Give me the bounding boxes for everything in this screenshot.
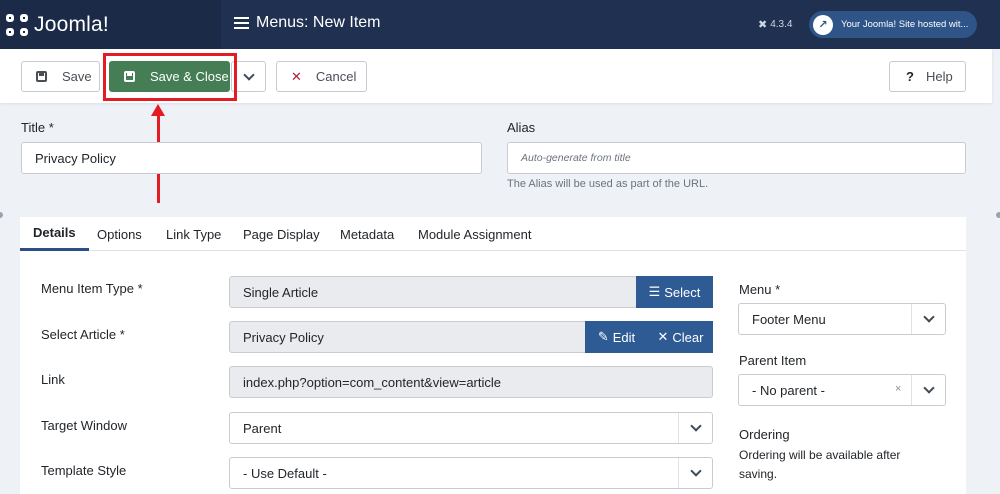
save-button[interactable]: Save: [21, 61, 100, 92]
page-title-text: Menus: New Item: [256, 14, 381, 31]
target-window-value: Parent: [243, 420, 282, 436]
save-label: Save: [62, 69, 92, 84]
cancel-label: Cancel: [315, 69, 357, 84]
version-text: 4.3.4: [770, 19, 793, 30]
tab-page-display[interactable]: Page Display: [243, 217, 320, 251]
select-type-button[interactable]: ☰ Select: [636, 276, 713, 308]
clear-icon[interactable]: ×: [895, 383, 901, 395]
link-field: index.php?option=com_content&view=articl…: [229, 366, 713, 398]
menu-item-type-label: Menu Item Type *: [41, 281, 143, 296]
tab-metadata[interactable]: Metadata: [340, 217, 394, 251]
chevron-down-icon: [911, 375, 945, 405]
tab-bar: Details Options Link Type Page Display M…: [20, 217, 966, 251]
annotation-highlight-box: [103, 53, 237, 101]
parent-item-select[interactable]: - No parent - ×: [738, 374, 946, 406]
alias-input[interactable]: Auto-generate from title: [507, 142, 966, 174]
top-header: Joomla! Menus: New Item ✖ 4.3.4 ↗ Your J…: [0, 0, 1000, 49]
cancel-button[interactable]: ✕ Cancel: [276, 61, 367, 92]
clear-article-button[interactable]: ✕ Clear: [648, 321, 713, 353]
clear-label: Clear: [672, 329, 704, 345]
list-icon: ☰: [648, 284, 661, 299]
right-edge-handle: [996, 212, 1000, 218]
alias-label: Alias: [507, 120, 536, 135]
joomla-logo[interactable]: Joomla!: [0, 0, 221, 49]
select-label: Select: [664, 284, 701, 300]
menu-value: Footer Menu: [752, 311, 826, 327]
joomla-small-icon: ✖: [758, 19, 768, 31]
menu-item-type-field: Single Article: [229, 276, 637, 308]
help-label: Help: [925, 69, 953, 84]
menu-label: Menu *: [739, 282, 781, 297]
list-icon: [234, 17, 249, 29]
close-icon: ✕: [291, 68, 302, 84]
edit-icon: ✎: [597, 329, 609, 344]
chevron-down-icon: [678, 458, 712, 488]
menu-select[interactable]: Footer Menu: [738, 303, 946, 335]
left-edge-handle: [0, 212, 3, 218]
tab-options[interactable]: Options: [97, 217, 142, 251]
external-link-icon: ↗: [813, 14, 833, 35]
template-style-value: - Use Default -: [243, 465, 327, 481]
hosted-site-text: Your Joomla! Site hosted wit...: [841, 19, 969, 30]
tab-module-assignment[interactable]: Module Assignment: [418, 217, 531, 251]
title-label: Title *: [21, 120, 54, 135]
edit-label: Edit: [612, 329, 636, 345]
template-style-select[interactable]: - Use Default -: [229, 457, 713, 489]
question-icon: ?: [906, 69, 914, 84]
link-label: Link: [41, 372, 65, 387]
chevron-down-icon: [911, 304, 945, 334]
parent-item-value: - No parent -: [752, 382, 825, 398]
version-badge: ✖ 4.3.4: [758, 18, 792, 31]
select-article-label: Select Article *: [41, 327, 125, 342]
select-article-field: Privacy Policy: [229, 321, 595, 353]
hosted-site-link[interactable]: ↗ Your Joomla! Site hosted wit...: [809, 11, 977, 38]
chevron-down-icon: [678, 413, 712, 443]
details-card: Details Options Link Type Page Display M…: [20, 217, 966, 494]
page-title: Menus: New Item: [234, 14, 380, 32]
ordering-text: Ordering will be available after saving.: [739, 448, 901, 481]
joomla-logo-icon: [6, 13, 28, 36]
title-input[interactable]: Privacy Policy: [21, 142, 482, 174]
chevron-down-icon: [242, 68, 255, 81]
target-window-label: Target Window: [41, 418, 127, 433]
parent-item-label: Parent Item: [739, 353, 807, 368]
ordering-label: Ordering: [739, 427, 790, 442]
template-style-label: Template Style: [41, 463, 127, 478]
help-button[interactable]: ? Help: [889, 61, 966, 92]
edit-article-button[interactable]: ✎ Edit: [585, 321, 648, 353]
target-window-select[interactable]: Parent: [229, 412, 713, 444]
tab-details[interactable]: Details: [20, 217, 89, 251]
brand-name: Joomla!: [34, 12, 109, 36]
tab-link-type[interactable]: Link Type: [166, 217, 221, 251]
floppy-icon: [36, 71, 47, 82]
alias-hint: The Alias will be used as part of the UR…: [507, 178, 709, 190]
close-icon: ✕: [657, 329, 669, 344]
